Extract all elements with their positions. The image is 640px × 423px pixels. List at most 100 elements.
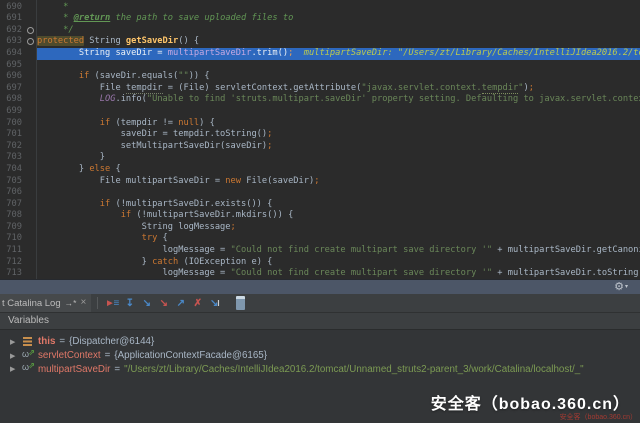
line-number-gutter[interactable]: 699 bbox=[0, 106, 25, 118]
code-text[interactable]: protected String getSaveDir() { bbox=[37, 36, 640, 48]
fold-marker-icon[interactable] bbox=[27, 27, 34, 34]
code-text[interactable]: logMessage = "Could not find create mult… bbox=[37, 268, 640, 279]
step-into-icon[interactable]: ↘ bbox=[138, 295, 155, 312]
code-line-692[interactable]: 692 */ bbox=[0, 25, 640, 37]
line-number-gutter[interactable]: 691 bbox=[0, 13, 25, 25]
fold-marker-icon[interactable] bbox=[27, 38, 34, 45]
code-line-713[interactable]: 713 logMessage = "Could not find create … bbox=[0, 268, 640, 279]
code-text[interactable]: } catch (IOException e) { bbox=[37, 257, 640, 269]
code-text[interactable]: } bbox=[37, 152, 640, 164]
line-number-gutter[interactable]: 690 bbox=[0, 2, 25, 14]
variable-name: multipartSaveDir bbox=[38, 364, 110, 375]
force-step-into-icon[interactable]: ↘ bbox=[155, 295, 172, 312]
line-number-gutter[interactable]: 694 bbox=[0, 48, 25, 60]
code-line-705[interactable]: 705 File multipartSaveDir = new File(sav… bbox=[0, 176, 640, 188]
code-line-703[interactable]: 703 } bbox=[0, 152, 640, 164]
drop-frame-icon[interactable]: ✗ bbox=[189, 295, 206, 312]
show-execution-point-icon[interactable]: ▶≡ bbox=[104, 295, 121, 312]
expand-triangle-icon[interactable]: ▶ bbox=[10, 338, 18, 346]
code-text[interactable] bbox=[37, 187, 640, 199]
code-line-700[interactable]: 700 if (tempdir != null) { bbox=[0, 118, 640, 130]
scroll-to-end-icon[interactable]: →* bbox=[65, 298, 77, 308]
code-text[interactable]: if (tempdir != null) { bbox=[37, 118, 640, 130]
line-number-gutter[interactable]: 712 bbox=[0, 257, 25, 269]
code-line-697[interactable]: 697 File tempdir = (File) servletContext… bbox=[0, 83, 640, 95]
line-number-gutter[interactable]: 702 bbox=[0, 141, 25, 153]
code-text[interactable]: try { bbox=[37, 233, 640, 245]
line-number-gutter[interactable]: 709 bbox=[0, 222, 25, 234]
line-number-gutter[interactable]: 710 bbox=[0, 233, 25, 245]
line-number-gutter[interactable]: 704 bbox=[0, 164, 25, 176]
code-text[interactable] bbox=[37, 60, 640, 72]
code-text[interactable]: LOG.info("Unable to find 'struts.multipa… bbox=[37, 94, 640, 106]
code-line-711[interactable]: 711 logMessage = "Could not find create … bbox=[0, 245, 640, 257]
line-number-gutter[interactable]: 698 bbox=[0, 94, 25, 106]
step-out-icon[interactable]: ↗ bbox=[172, 295, 189, 312]
this-icon bbox=[23, 337, 32, 346]
tab-catalina-log[interactable]: t Catalina Log →* × bbox=[0, 294, 91, 312]
line-number-gutter[interactable]: 706 bbox=[0, 187, 25, 199]
code-text[interactable]: if (!multipartSaveDir.mkdirs()) { bbox=[37, 210, 640, 222]
code-line-694[interactable]: 694 String saveDir = multipartSaveDir.tr… bbox=[0, 48, 640, 60]
code-text[interactable]: * bbox=[37, 2, 640, 14]
expand-triangle-icon[interactable]: ▶ bbox=[10, 352, 18, 360]
code-text[interactable]: setMultipartSaveDir(saveDir); bbox=[37, 141, 640, 153]
code-line-696[interactable]: 696 if (saveDir.equals("")) { bbox=[0, 71, 640, 83]
line-number-gutter[interactable]: 707 bbox=[0, 199, 25, 211]
code-text[interactable]: String saveDir = multipartSaveDir.trim()… bbox=[37, 48, 640, 60]
line-number-gutter[interactable]: 705 bbox=[0, 176, 25, 188]
code-line-706[interactable]: 706 bbox=[0, 187, 640, 199]
code-text[interactable]: } else { bbox=[37, 164, 640, 176]
line-number-gutter[interactable]: 711 bbox=[0, 245, 25, 257]
code-line-704[interactable]: 704 } else { bbox=[0, 164, 640, 176]
code-text[interactable]: String logMessage; bbox=[37, 222, 640, 234]
code-text[interactable]: saveDir = tempdir.toString(); bbox=[37, 129, 640, 141]
code-text[interactable]: if (saveDir.equals("")) { bbox=[37, 71, 640, 83]
run-to-cursor-icon[interactable]: ↘I bbox=[206, 295, 223, 312]
fold-gutter bbox=[25, 268, 37, 279]
fold-gutter bbox=[25, 210, 37, 222]
ide-window: 689 * a multipart request is received an… bbox=[0, 0, 640, 423]
code-line-695[interactable]: 695 bbox=[0, 60, 640, 72]
evaluate-expression-icon[interactable] bbox=[232, 295, 249, 312]
line-number-gutter[interactable]: 708 bbox=[0, 210, 25, 222]
line-number-gutter[interactable]: 703 bbox=[0, 152, 25, 164]
code-line-691[interactable]: 691 * @return the path to save uploaded … bbox=[0, 13, 640, 25]
code-line-693[interactable]: 693 protected String getSaveDir() { bbox=[0, 36, 640, 48]
code-line-690[interactable]: 690 * bbox=[0, 2, 640, 14]
line-number-gutter[interactable]: 695 bbox=[0, 60, 25, 72]
code-editor[interactable]: 689 * a multipart request is received an… bbox=[0, 0, 640, 279]
code-line-698[interactable]: 698 LOG.info("Unable to find 'struts.mul… bbox=[0, 94, 640, 106]
line-number-gutter[interactable]: 696 bbox=[0, 71, 25, 83]
settings-gear-icon[interactable]: ⚙▾ bbox=[614, 280, 628, 294]
code-line-707[interactable]: 707 if (!multipartSaveDir.exists()) { bbox=[0, 199, 640, 211]
line-number-gutter[interactable]: 697 bbox=[0, 83, 25, 95]
code-text[interactable]: logMessage = "Could not find create mult… bbox=[37, 245, 640, 257]
expand-triangle-icon[interactable]: ▶ bbox=[10, 365, 18, 373]
code-line-699[interactable]: 699 bbox=[0, 106, 640, 118]
line-number-gutter[interactable]: 692 bbox=[0, 25, 25, 37]
close-tab-icon[interactable]: × bbox=[80, 298, 86, 308]
code-text[interactable]: File tempdir = (File) servletContext.get… bbox=[37, 83, 640, 95]
code-line-712[interactable]: 712 } catch (IOException e) { bbox=[0, 257, 640, 269]
code-text[interactable]: * @return the path to save uploaded file… bbox=[37, 13, 640, 25]
fold-gutter bbox=[25, 71, 37, 83]
variable-row-this[interactable]: ▶this={Dispatcher@6144} bbox=[0, 335, 640, 349]
code-line-709[interactable]: 709 String logMessage; bbox=[0, 222, 640, 234]
step-over-icon[interactable]: ↧ bbox=[121, 295, 138, 312]
variable-name: this bbox=[38, 336, 55, 347]
line-number-gutter[interactable]: 701 bbox=[0, 129, 25, 141]
line-number-gutter[interactable]: 700 bbox=[0, 118, 25, 130]
code-text[interactable] bbox=[37, 106, 640, 118]
line-number-gutter[interactable]: 713 bbox=[0, 268, 25, 279]
code-text[interactable]: File multipartSaveDir = new File(saveDir… bbox=[37, 176, 640, 188]
code-line-702[interactable]: 702 setMultipartSaveDir(saveDir); bbox=[0, 141, 640, 153]
code-text[interactable]: if (!multipartSaveDir.exists()) { bbox=[37, 199, 640, 211]
code-line-710[interactable]: 710 try { bbox=[0, 233, 640, 245]
code-line-701[interactable]: 701 saveDir = tempdir.toString(); bbox=[0, 129, 640, 141]
code-line-708[interactable]: 708 if (!multipartSaveDir.mkdirs()) { bbox=[0, 210, 640, 222]
variable-row-servletContext[interactable]: ▶ω⇗servletContext={ApplicationContextFac… bbox=[0, 349, 640, 363]
code-text[interactable]: */ bbox=[37, 25, 640, 37]
variable-row-multipartSaveDir[interactable]: ▶ω⇗multipartSaveDir="/Users/zt/Library/C… bbox=[0, 363, 640, 377]
line-number-gutter[interactable]: 693 bbox=[0, 36, 25, 48]
